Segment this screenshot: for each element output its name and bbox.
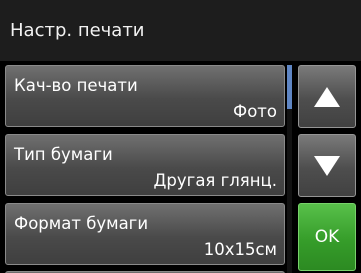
setting-paper-size[interactable]: Формат бумаги 10x15см bbox=[5, 203, 285, 265]
scrollbar[interactable] bbox=[287, 65, 292, 273]
triangle-up-icon bbox=[314, 86, 340, 107]
setting-value: Другая глянц. bbox=[153, 171, 277, 190]
scrollbar-thumb[interactable] bbox=[287, 65, 292, 109]
setting-label: Кач-во печати bbox=[14, 76, 138, 95]
setting-value: Фото bbox=[232, 102, 277, 121]
title-bar: Настр. печати bbox=[0, 0, 361, 61]
scroll-down-button[interactable] bbox=[298, 134, 356, 197]
triangle-down-icon bbox=[314, 155, 340, 176]
setting-label: Тип бумаги bbox=[14, 145, 113, 164]
settings-list: Кач-во печати Фото Тип бумаги Другая гля… bbox=[0, 61, 294, 273]
ok-button[interactable]: OK bbox=[298, 203, 356, 271]
ok-label: OK bbox=[314, 227, 340, 247]
setting-label: Формат бумаги bbox=[14, 214, 149, 233]
scroll-up-button[interactable] bbox=[298, 65, 356, 128]
setting-print-quality[interactable]: Кач-во печати Фото bbox=[5, 65, 285, 127]
page-title: Настр. печати bbox=[10, 20, 145, 41]
setting-value: 10x15см bbox=[203, 240, 277, 259]
setting-paper-type[interactable]: Тип бумаги Другая глянц. bbox=[5, 134, 285, 196]
